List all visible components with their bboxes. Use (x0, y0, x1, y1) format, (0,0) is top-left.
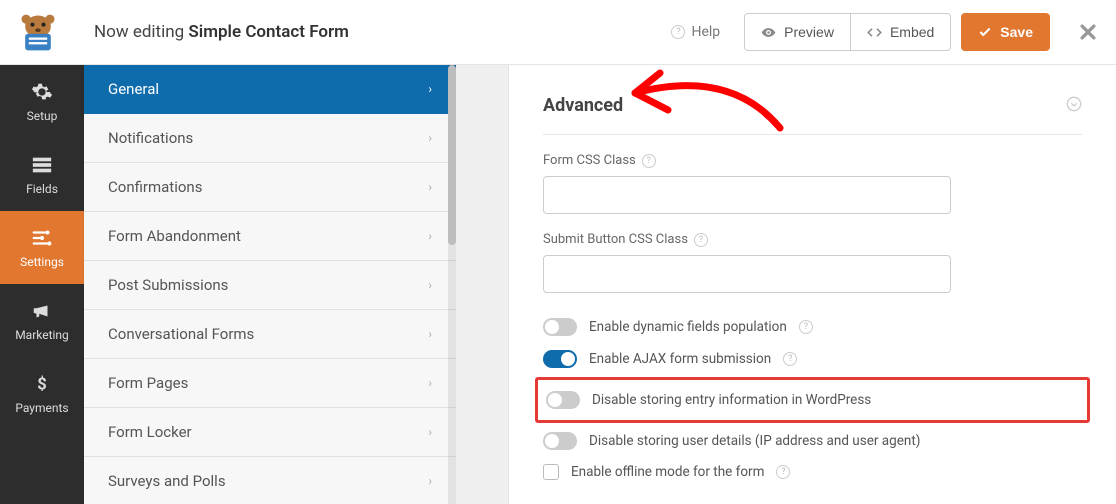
eye-icon (761, 25, 776, 40)
help-icon: ? (671, 25, 685, 39)
main-canvas: Advanced Form CSS Class ? Submit Button … (456, 65, 1116, 504)
preview-button[interactable]: Preview (744, 13, 851, 51)
vnav-label: Marketing (15, 328, 69, 342)
chevron-right-icon: › (428, 425, 432, 439)
subnav-form-locker[interactable]: Form Locker › (84, 408, 456, 457)
topbar: Now editing Simple Contact Form ? Help P… (0, 0, 1116, 65)
dollar-icon: $ (31, 373, 53, 395)
collapse-icon[interactable] (1066, 96, 1082, 116)
subnav-form-abandonment[interactable]: Form Abandonment › (84, 212, 456, 261)
help-icon[interactable]: ? (694, 233, 708, 247)
vnav-label: Payments (15, 401, 68, 415)
sliders-icon (31, 227, 53, 249)
subnav-label: Form Locker (108, 423, 192, 441)
vnav-label: Fields (26, 182, 58, 196)
check-icon (978, 25, 992, 39)
toggle-switch[interactable] (543, 432, 577, 450)
save-button[interactable]: Save (961, 13, 1050, 51)
subnav-label: Conversational Forms (108, 325, 254, 343)
preview-label: Preview (784, 24, 834, 40)
subnav-label: Post Submissions (108, 276, 228, 294)
toggle-label: Enable offline mode for the form (571, 464, 764, 480)
help-icon[interactable]: ? (642, 154, 656, 168)
help-icon[interactable]: ? (783, 352, 797, 366)
svg-text:$: $ (37, 375, 46, 394)
vnav-setup[interactable]: Setup (0, 65, 84, 138)
help-link[interactable]: ? Help (657, 24, 734, 40)
code-icon (867, 25, 882, 40)
subnav-form-pages[interactable]: Form Pages › (84, 359, 456, 408)
toggle-label: Disable storing user details (IP address… (589, 433, 920, 449)
toggle-offline-mode: Enable offline mode for the form ? (543, 457, 1082, 487)
subnav-conversational-forms[interactable]: Conversational Forms › (84, 310, 456, 359)
submit-css-input[interactable] (543, 255, 951, 293)
vnav-label: Settings (20, 255, 64, 269)
subnav-label: Confirmations (108, 178, 202, 196)
close-button[interactable] (1078, 22, 1098, 42)
subnav-general[interactable]: General › (84, 65, 456, 114)
toggle-disable-user-details: Disable storing user details (IP address… (543, 425, 1082, 457)
vnav-fields[interactable]: Fields (0, 138, 84, 211)
embed-button[interactable]: Embed (851, 13, 951, 51)
help-icon[interactable]: ? (776, 465, 790, 479)
megaphone-icon (31, 300, 53, 322)
gear-icon (31, 81, 53, 103)
save-label: Save (1000, 24, 1033, 40)
topbar-actions: ? Help Preview Embed Save (657, 13, 1098, 51)
subnav-label: Notifications (108, 129, 193, 147)
chevron-right-icon: › (428, 82, 432, 96)
toggle-dynamic-fields: Enable dynamic fields population ? (543, 311, 1082, 343)
chevron-right-icon: › (428, 376, 432, 390)
advanced-panel: Advanced Form CSS Class ? Submit Button … (508, 65, 1116, 504)
toggle-disable-entry: Disable storing entry information in Wor… (546, 384, 1079, 416)
toggle-label: Disable storing entry information in Wor… (592, 392, 871, 408)
form-css-field: Form CSS Class ? (543, 153, 1082, 214)
highlight-annotation: Disable storing entry information in Wor… (535, 377, 1090, 423)
vnav-label: Setup (27, 109, 58, 123)
subnav-confirmations[interactable]: Confirmations › (84, 163, 456, 212)
chevron-right-icon: › (428, 474, 432, 488)
toggle-switch[interactable] (546, 391, 580, 409)
wpforms-logo (12, 6, 64, 58)
toggle-ajax: Enable AJAX form submission ? (543, 343, 1082, 375)
scrollbar-thumb[interactable] (448, 65, 456, 245)
toggle-switch[interactable] (543, 318, 577, 336)
vertical-nav: Setup Fields Settings Marketing $ Paymen… (0, 65, 84, 504)
chevron-right-icon: › (428, 229, 432, 243)
subnav-post-submissions[interactable]: Post Submissions › (84, 261, 456, 310)
page-title: Now editing Simple Contact Form (94, 22, 349, 42)
list-icon (31, 154, 53, 176)
subnav-label: Surveys and Polls (108, 472, 226, 490)
subnav-label: Form Abandonment (108, 227, 241, 245)
submit-css-field: Submit Button CSS Class ? (543, 232, 1082, 293)
panel-title: Advanced (543, 95, 623, 116)
subnav-notifications[interactable]: Notifications › (84, 114, 456, 163)
vnav-marketing[interactable]: Marketing (0, 284, 84, 357)
chevron-right-icon: › (428, 278, 432, 292)
embed-label: Embed (890, 24, 934, 40)
submit-css-label: Submit Button CSS Class (543, 232, 688, 247)
vnav-settings[interactable]: Settings (0, 211, 84, 284)
form-css-input[interactable] (543, 176, 951, 214)
help-icon[interactable]: ? (799, 320, 813, 334)
title-prefix: Now editing (94, 22, 188, 42)
help-label: Help (691, 24, 720, 40)
form-css-label: Form CSS Class (543, 153, 636, 168)
checkbox[interactable] (543, 464, 559, 480)
subnav-label: General (108, 80, 159, 98)
toggle-label: Enable AJAX form submission (589, 351, 771, 367)
subnav-surveys-polls[interactable]: Surveys and Polls › (84, 457, 456, 504)
chevron-right-icon: › (428, 131, 432, 145)
settings-subnav: General › Notifications › Confirmations … (84, 65, 456, 504)
close-icon (1078, 22, 1098, 42)
chevron-right-icon: › (428, 180, 432, 194)
subnav-label: Form Pages (108, 374, 188, 392)
vnav-payments[interactable]: $ Payments (0, 357, 84, 430)
title-form-name: Simple Contact Form (188, 22, 348, 42)
chevron-right-icon: › (428, 327, 432, 341)
toggle-label: Enable dynamic fields population (589, 319, 787, 335)
toggle-switch[interactable] (543, 350, 577, 368)
